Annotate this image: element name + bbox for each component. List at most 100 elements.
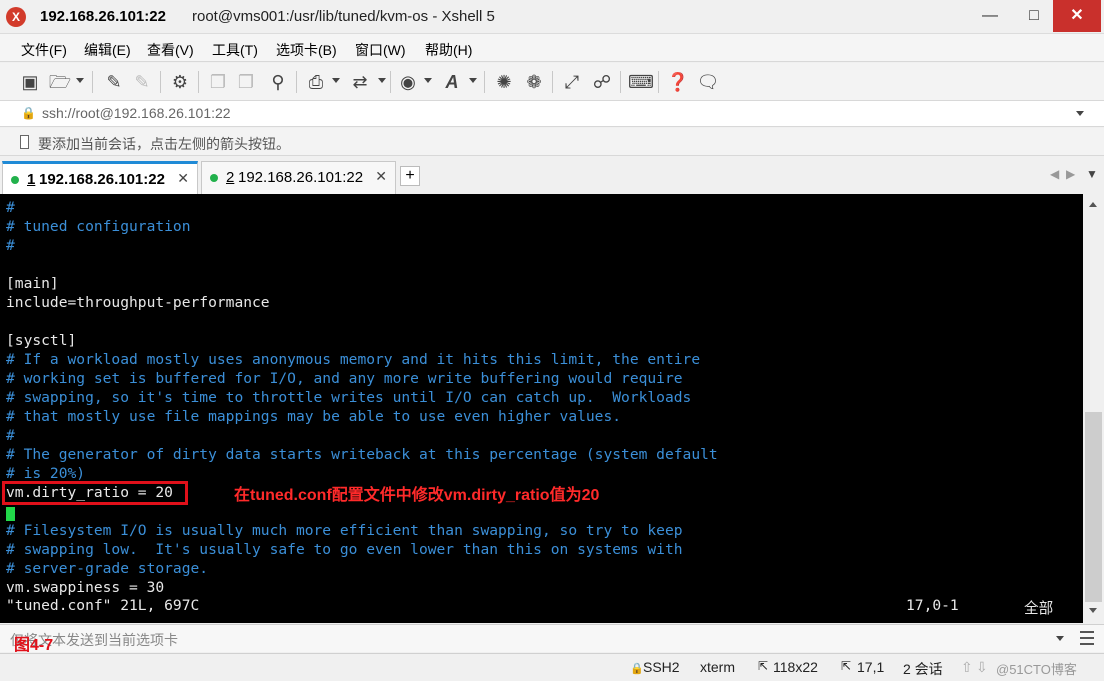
size-icon: ⇱ (758, 659, 769, 673)
tab-prev-icon[interactable]: ◀ (1050, 167, 1059, 181)
add-tab-button[interactable]: + (400, 166, 420, 186)
font-icon[interactable]: A (440, 70, 464, 94)
bookmark-icon[interactable] (20, 135, 29, 149)
fullscreen-icon[interactable]: ⤢ (560, 70, 584, 94)
status-bar: 🔒 SSH2 xterm ⇱ 118x22 ⇱ 17,1 2 会话 ⇧ ⇩ @5… (0, 653, 1104, 681)
copy-icon[interactable]: ❐ (206, 70, 230, 94)
disconnect-icon[interactable]: ✎ (130, 70, 154, 94)
tab-number: 1 (27, 171, 36, 188)
maximize-button[interactable]: □ (1012, 0, 1056, 32)
terminal-line: # swapping, so it's time to throttle wri… (6, 389, 692, 406)
minimize-button[interactable]: — (968, 0, 1012, 32)
caps-icon: ⇧ (961, 659, 973, 675)
xftp-icon[interactable]: ✺ (492, 70, 516, 94)
hint-text: 要添加当前会话，点击左侧的箭头按钮。 (38, 136, 290, 152)
print-dropdown-icon[interactable] (332, 78, 340, 83)
cursor-icon: ⇱ (841, 659, 852, 673)
close-button[interactable]: ✕ (1053, 0, 1101, 32)
scroll-up-icon[interactable] (1089, 202, 1097, 207)
menu-tabs[interactable]: 选项卡(B) (276, 40, 337, 60)
terminal-line: # swapping low. It's usually safe to go … (6, 541, 683, 558)
connected-status-icon (210, 174, 218, 182)
terminal-type: xterm (700, 659, 735, 675)
tab-session-1[interactable]: 1 192.168.26.101:22 ✕ (2, 161, 198, 194)
find-icon[interactable]: ⚲ (266, 70, 290, 94)
lock-icon: 🔒 (630, 663, 644, 675)
menu-window[interactable]: 窗口(W) (355, 40, 406, 60)
tab-label: 192.168.26.101:22 (238, 169, 364, 186)
chat-icon[interactable]: 🗨 (696, 70, 720, 94)
hint-bar: 要添加当前会话，点击左侧的箭头按钮。 (0, 128, 1104, 156)
terminal-line: # is 20%) (6, 465, 86, 482)
tab-list-icon[interactable]: ▼ (1086, 167, 1098, 181)
help-icon[interactable]: ❓ (666, 70, 690, 94)
title-bar: X 192.168.26.101:22 root@vms001:/usr/lib… (0, 0, 1104, 34)
address-dropdown-icon[interactable] (1076, 111, 1084, 116)
xmanager-icon[interactable]: ❁ (522, 70, 546, 94)
open-folder-icon[interactable]: 🗁 (48, 70, 72, 94)
figure-label: 图4-7 (14, 637, 54, 654)
window-title-host: 192.168.26.101:22 (40, 8, 166, 25)
window-title-path: root@vms001:/usr/lib/tuned/kvm-os - Xshe… (192, 8, 495, 25)
properties-icon[interactable]: ⚙ (168, 70, 192, 94)
send-bar[interactable]: 仅将文本发送到当前选项卡 图4-7 (0, 624, 1104, 654)
cursor-position: 17,1 (857, 659, 885, 675)
terminal-line: # working set is buffered for I/O, and a… (6, 370, 683, 387)
tab-close-icon[interactable]: ✕ (375, 168, 387, 185)
terminal-line: vm.dirty_ratio = 20 (6, 484, 173, 501)
terminal-line: # (6, 199, 15, 216)
send-dropdown-icon[interactable] (1056, 636, 1064, 641)
lock-icon[interactable]: ☍ (590, 70, 614, 94)
menu-tools[interactable]: 工具(T) (212, 40, 258, 60)
keyboard-icon[interactable]: ⌨ (628, 70, 654, 94)
terminal-line: [main] (6, 275, 59, 292)
vim-status-position: 17,0-1 (906, 597, 959, 614)
terminal-view[interactable]: 在tuned.conf配置文件中修改vm.dirty_ratio值为20 "tu… (0, 194, 1083, 623)
vim-status-file: "tuned.conf" 21L, 697C (6, 597, 200, 614)
scroll-down-icon[interactable] (1089, 608, 1097, 613)
tab-session-2[interactable]: 2 192.168.26.101:22 ✕ (201, 161, 396, 194)
protocol: SSH2 (643, 659, 680, 675)
tab-label: 192.168.26.101:22 (39, 171, 165, 188)
reconnect-icon[interactable]: ✎ (102, 70, 126, 94)
font-dropdown-icon[interactable] (469, 78, 477, 83)
terminal-size: 118x22 (773, 659, 818, 675)
paste-icon[interactable]: ❐ (234, 70, 258, 94)
open-dropdown-icon[interactable] (76, 78, 84, 83)
session-count: 2 会话 (903, 661, 943, 677)
scroll-thumb[interactable] (1085, 412, 1102, 602)
menu-file[interactable]: 文件(F) (21, 40, 67, 60)
toolbar: ▣ 🗁 ✎ ✎ ⚙ ❐ ❐ ⚲ ⎙ ⇄ ◉ A ✺ ❁ ⤢ ☍ ⌨ ❓ 🗨 (0, 63, 1104, 101)
terminal-scrollbar[interactable] (1083, 194, 1104, 623)
tab-number: 2 (226, 169, 235, 186)
terminal-cursor (6, 507, 15, 521)
address-input[interactable]: ssh://root@192.168.26.101:22 (42, 105, 231, 121)
menu-bar: 文件(F) 编辑(E) 查看(V) 工具(T) 选项卡(B) 窗口(W) 帮助(… (0, 34, 1104, 62)
menu-icon[interactable] (1080, 631, 1094, 645)
address-bar[interactable]: 🔒 ssh://root@192.168.26.101:22 (0, 101, 1104, 127)
terminal-line: # Filesystem I/O is usually much more ef… (6, 522, 683, 539)
lock-icon: 🔒 (21, 106, 36, 120)
menu-view[interactable]: 查看(V) (147, 40, 194, 60)
num-icon: ⇩ (976, 659, 988, 675)
tab-next-icon[interactable]: ▶ (1066, 167, 1075, 181)
new-session-icon[interactable]: ▣ (18, 70, 42, 94)
transfer-dropdown-icon[interactable] (378, 78, 386, 83)
vim-status-all: 全部 (1024, 601, 1054, 617)
terminal-line: # tuned configuration (6, 218, 191, 235)
globe-icon[interactable]: ◉ (396, 70, 420, 94)
terminal-line: # If a workload mostly uses anonymous me… (6, 351, 701, 368)
menu-edit[interactable]: 编辑(E) (84, 40, 131, 60)
menu-help[interactable]: 帮助(H) (425, 40, 472, 60)
xshell-logo-icon: X (6, 7, 26, 27)
terminal-line: # (6, 427, 15, 444)
print-icon[interactable]: ⎙ (304, 70, 328, 94)
terminal-line: # server-grade storage. (6, 560, 209, 577)
tab-bar: 1 192.168.26.101:22 ✕ 2 192.168.26.101:2… (0, 157, 1104, 194)
tab-close-icon[interactable]: ✕ (177, 170, 189, 187)
transfer-icon[interactable]: ⇄ (348, 70, 372, 94)
terminal-line: include=throughput-performance (6, 294, 270, 311)
terminal-line: # The generator of dirty data starts wri… (6, 446, 718, 463)
connected-status-icon (11, 176, 19, 184)
globe-dropdown-icon[interactable] (424, 78, 432, 83)
